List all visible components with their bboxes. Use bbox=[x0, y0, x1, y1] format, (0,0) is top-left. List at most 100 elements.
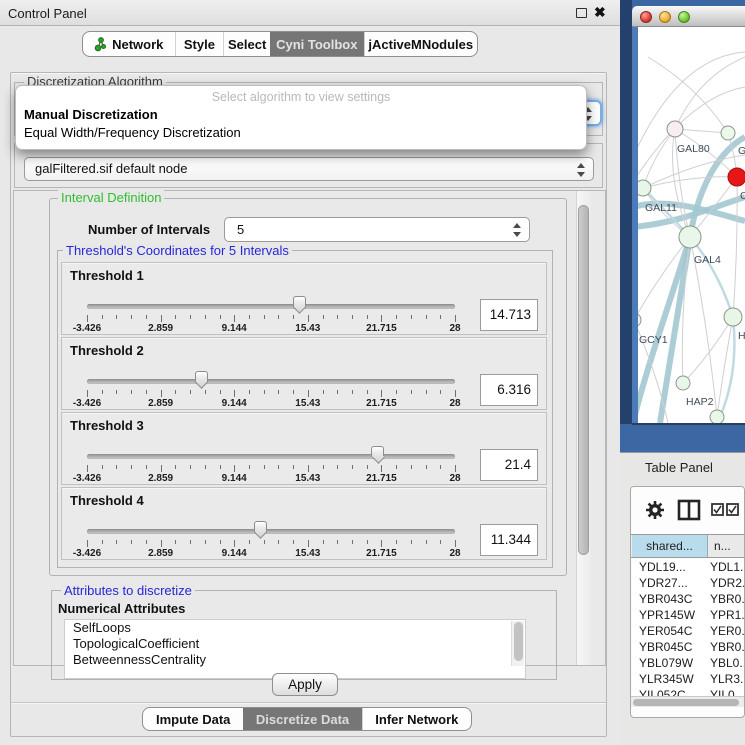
tab-style[interactable]: Style bbox=[175, 32, 224, 56]
zoom-traffic-light-icon[interactable] bbox=[678, 11, 690, 23]
threshold-value-field[interactable]: 21.4 bbox=[480, 449, 538, 481]
threshold-label: Threshold 4 bbox=[70, 493, 144, 508]
threshold-slider-handle[interactable] bbox=[371, 446, 384, 457]
network-edge bbox=[683, 317, 733, 383]
threshold-label: Threshold 3 bbox=[70, 418, 144, 433]
footer-divider bbox=[11, 702, 606, 703]
table-panel-box: shared... n... YDL19...YDL1...YDR27...YD… bbox=[630, 486, 745, 718]
threshold-label: Threshold 2 bbox=[70, 343, 144, 358]
network-edge bbox=[643, 177, 737, 188]
top-tab-bar: NetworkStyleSelect Cyni Toolbox jActiveMNo… bbox=[82, 31, 478, 57]
node-label: H bbox=[738, 330, 745, 342]
algorithm-placeholder: Select algorithm to view settings bbox=[16, 90, 586, 104]
threshold-value-field[interactable]: 6.316 bbox=[480, 374, 538, 406]
number-of-intervals-spinner[interactable]: 5 bbox=[224, 217, 530, 242]
threshold-slider-track[interactable] bbox=[87, 379, 455, 384]
bottom-tab-impute-data[interactable]: Impute Data bbox=[143, 708, 243, 730]
attributes-group-label: Attributes to discretize bbox=[61, 583, 195, 598]
network-node[interactable] bbox=[710, 410, 724, 423]
table-row[interactable]: YIL052CYIL0... bbox=[632, 687, 745, 696]
gear-icon[interactable] bbox=[645, 500, 665, 520]
network-node-gcy1[interactable] bbox=[638, 313, 641, 327]
slider-ticks bbox=[87, 540, 455, 548]
table-header-name[interactable]: n... bbox=[709, 535, 745, 557]
number-of-intervals-label: Number of Intervals bbox=[88, 222, 210, 237]
number-of-intervals-value: 5 bbox=[237, 222, 244, 237]
table-row[interactable]: YDL19...YDL1... bbox=[632, 559, 745, 575]
slider-tick-labels: -3.4262.8599.14415.4321.71528 bbox=[87, 398, 455, 409]
network-canvas[interactable]: GAL80GACGAL11GAL4HGCY1HAP2 bbox=[632, 27, 745, 423]
split-columns-icon[interactable] bbox=[677, 498, 701, 522]
float-window-icon[interactable] bbox=[576, 8, 587, 18]
window-shadow bbox=[632, 423, 745, 425]
combo-arrows-icon bbox=[577, 162, 586, 178]
tab-jactivemnodules[interactable]: jActiveMNodules bbox=[364, 32, 477, 56]
node-label: GAL80 bbox=[677, 143, 710, 155]
algorithm-option-equal-width[interactable]: Equal Width/Frequency Discretization bbox=[24, 125, 241, 140]
network-node-ga[interactable] bbox=[721, 126, 735, 140]
show-columns-checkboxes-icon[interactable] bbox=[711, 503, 739, 516]
table-row[interactable]: YDR27...YDR2... bbox=[632, 575, 745, 591]
threshold-value-field[interactable]: 14.713 bbox=[480, 299, 538, 331]
discretization-algorithm-label: Discretization Algorithm bbox=[24, 74, 166, 85]
list-scrollbar[interactable] bbox=[511, 621, 524, 666]
table-data-value: galFiltered.sif default node bbox=[35, 161, 187, 176]
network-edge bbox=[643, 129, 675, 188]
table-row[interactable]: YPR145WYPR1... bbox=[632, 607, 745, 623]
numerical-attributes-list[interactable]: SelfLoopsTopologicalCoefficientBetweenne… bbox=[64, 619, 526, 679]
bottom-tab-discretize-data[interactable]: Discretize Data bbox=[243, 708, 361, 730]
node-label: GAL4 bbox=[694, 254, 721, 266]
bottom-tab-infer-network[interactable]: Infer Network bbox=[362, 708, 471, 730]
bottom-tab-bar: Impute DataDiscretize DataInfer Network bbox=[142, 707, 472, 731]
close-icon[interactable]: ✖ bbox=[594, 4, 606, 21]
threshold-value-field[interactable]: 11.344 bbox=[480, 524, 538, 556]
slider-ticks bbox=[87, 390, 455, 398]
table-row[interactable]: YER054CYER0... bbox=[632, 623, 745, 639]
network-node-hap2[interactable] bbox=[676, 376, 690, 390]
attribute-item[interactable]: BetweennessCentrality bbox=[65, 652, 525, 668]
table-row[interactable]: YLR345WYLR3... bbox=[632, 671, 745, 687]
apply-button[interactable]: Apply bbox=[272, 673, 338, 696]
threshold-slider-track[interactable] bbox=[87, 304, 455, 309]
table-hscrollbar[interactable] bbox=[631, 696, 744, 707]
control-panel-titlebar bbox=[0, 0, 620, 26]
table-header-shared-name[interactable]: shared... bbox=[632, 535, 708, 557]
threshold-slider-handle[interactable] bbox=[195, 371, 208, 382]
table-hscrollbar-thumb[interactable] bbox=[633, 699, 739, 706]
network-window-titlebar[interactable] bbox=[632, 6, 745, 27]
panel-title: Control Panel bbox=[8, 6, 87, 21]
table-data-combobox[interactable]: galFiltered.sif default node bbox=[24, 157, 594, 181]
threshold-slider-track[interactable] bbox=[87, 454, 455, 459]
attribute-item[interactable]: SelfLoops bbox=[65, 620, 525, 636]
network-node-gal80[interactable] bbox=[667, 121, 683, 137]
network-node-c[interactable] bbox=[728, 168, 745, 186]
network-node-h[interactable] bbox=[724, 308, 742, 326]
threshold-slider-track[interactable] bbox=[87, 529, 455, 534]
tab-network[interactable]: Network bbox=[83, 32, 175, 56]
interval-definition-label: Interval Definition bbox=[58, 190, 164, 205]
threshold-slider-handle[interactable] bbox=[254, 521, 267, 532]
threshold-3-box: Threshold 3-3.4262.8599.14415.4321.71528… bbox=[61, 412, 547, 485]
table-row[interactable]: YBL079WYBL0... bbox=[632, 655, 745, 671]
table-toolbar bbox=[631, 487, 744, 534]
network-node-gal11[interactable] bbox=[638, 180, 651, 196]
algorithm-option-manual[interactable]: Manual Discretization bbox=[24, 107, 158, 122]
table-row[interactable]: YBR043CYBR0... bbox=[632, 591, 745, 607]
table-row[interactable]: YBR045CYBR0... bbox=[632, 639, 745, 655]
tab-cyni-toolbox[interactable]: Cyni Toolbox bbox=[270, 32, 364, 56]
thresholds-group-label: Threshold's Coordinates for 5 Intervals bbox=[63, 243, 292, 258]
close-traffic-light-icon[interactable] bbox=[640, 11, 652, 23]
scrollbar-thumb[interactable] bbox=[578, 205, 589, 555]
slider-tick-labels: -3.4262.8599.14415.4321.71528 bbox=[87, 548, 455, 559]
network-icon bbox=[94, 37, 107, 52]
network-node-gal4[interactable] bbox=[679, 226, 701, 248]
attribute-item[interactable]: TopologicalCoefficient bbox=[65, 636, 525, 652]
threshold-slider-handle[interactable] bbox=[293, 296, 306, 307]
table-rows: YDL19...YDL1...YDR27...YDR2...YBR043CYBR… bbox=[632, 559, 745, 696]
threshold-label: Threshold 1 bbox=[70, 268, 144, 283]
tab-label: Cyni Toolbox bbox=[276, 37, 357, 52]
network-edge bbox=[648, 57, 728, 133]
minimize-traffic-light-icon[interactable] bbox=[659, 11, 671, 23]
threshold-1-box: Threshold 1-3.4262.8599.14415.4321.71528… bbox=[61, 262, 547, 335]
tab-select[interactable]: Select bbox=[223, 32, 270, 56]
